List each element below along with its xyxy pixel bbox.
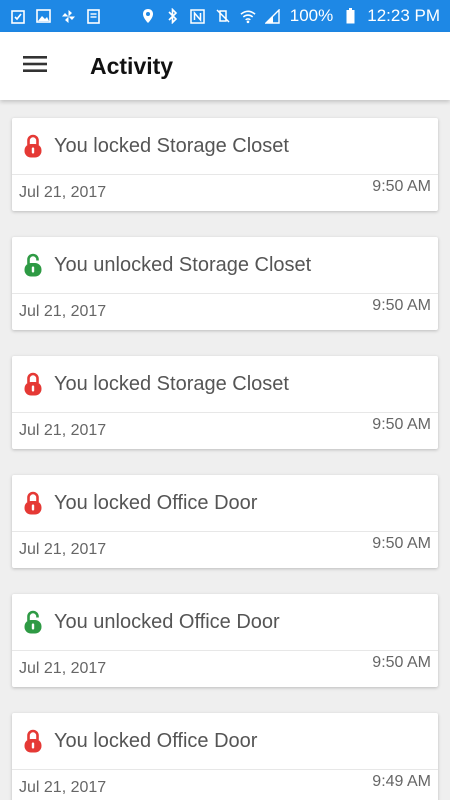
activity-message: You locked Storage Closet [54, 134, 289, 157]
system-icons: 100% 12:23 PM [140, 6, 440, 26]
activity-time: 9:50 AM [372, 535, 431, 552]
activity-date: Jul 21, 2017 [19, 779, 107, 796]
activity-card-header: You unlocked Office Door [12, 594, 438, 651]
activity-date: Jul 21, 2017 [19, 422, 107, 439]
battery-percent: 100% [289, 6, 334, 25]
app-bar: Activity [0, 32, 450, 100]
unlock-icon [24, 253, 42, 277]
activity-list: You locked Storage Closet Jul 21, 2017 9… [12, 118, 438, 800]
activity-card-header: You unlocked Storage Closet [12, 237, 438, 294]
status-bar: 100% 12:23 PM [0, 0, 450, 32]
activity-time: 9:50 AM [372, 178, 431, 195]
activity-date: Jul 21, 2017 [19, 660, 107, 677]
receipt-icon [85, 8, 101, 24]
activity-time: 9:50 AM [372, 654, 431, 671]
activity-card[interactable]: You unlocked Office Door Jul 21, 2017 9:… [12, 594, 438, 687]
activity-message: You unlocked Office Door [54, 610, 280, 633]
activity-card[interactable]: You unlocked Storage Closet Jul 21, 2017… [12, 237, 438, 330]
wifi-icon [240, 8, 256, 24]
signal-icon [265, 8, 281, 24]
activity-card[interactable]: You locked Storage Closet Jul 21, 2017 9… [12, 356, 438, 449]
nfc-icon [190, 8, 206, 24]
lock-icon [24, 491, 42, 515]
activity-date: Jul 21, 2017 [19, 541, 107, 558]
activity-card-header: You locked Office Door [12, 713, 438, 770]
lock-icon [24, 729, 42, 753]
menu-button[interactable] [0, 32, 70, 100]
vibrate-mute-icon [215, 8, 231, 24]
activity-date: Jul 21, 2017 [19, 184, 107, 201]
activity-card[interactable]: You locked Office Door Jul 21, 2017 9:49… [12, 713, 438, 800]
activity-message: You locked Office Door [54, 491, 258, 514]
activity-date: Jul 21, 2017 [19, 303, 107, 320]
activity-card-header: You locked Storage Closet [12, 118, 438, 175]
activity-card[interactable]: You locked Office Door Jul 21, 2017 9:50… [12, 475, 438, 568]
activity-time: 9:50 AM [372, 416, 431, 433]
location-icon [140, 8, 156, 24]
page-title: Activity [90, 52, 174, 79]
lock-icon [24, 372, 42, 396]
activity-card[interactable]: You locked Storage Closet Jul 21, 2017 9… [12, 118, 438, 211]
pinwheel-icon [60, 8, 76, 24]
activity-time: 9:50 AM [372, 297, 431, 314]
activity-card-header: You locked Storage Closet [12, 356, 438, 413]
lock-icon [24, 134, 42, 158]
activity-card-header: You locked Office Door [12, 475, 438, 532]
gallery-icon [35, 8, 51, 24]
calendar-check-icon [10, 8, 26, 24]
unlock-icon [24, 610, 42, 634]
activity-message: You locked Office Door [54, 729, 258, 752]
clock: 12:23 PM [367, 6, 440, 25]
hamburger-menu-icon [23, 55, 47, 78]
activity-message: You unlocked Storage Closet [54, 253, 312, 276]
bluetooth-icon [165, 8, 181, 24]
battery-icon [342, 8, 358, 24]
notification-icons [10, 8, 101, 24]
activity-message: You locked Storage Closet [54, 372, 289, 395]
activity-time: 9:49 AM [372, 773, 431, 790]
